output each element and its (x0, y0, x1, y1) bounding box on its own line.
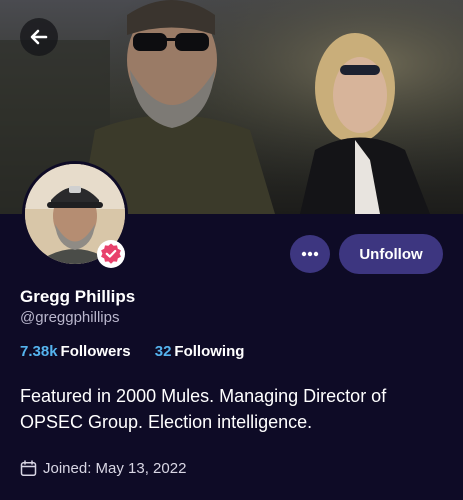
joined-date: Joined: May 13, 2022 (20, 460, 186, 477)
profile-page: Unfollow Gregg Phillips @greggphillips 7… (0, 0, 463, 500)
profile-bio: Featured in 2000 Mules. Managing Directo… (20, 386, 387, 432)
followers-label: Followers (60, 343, 131, 360)
arrow-left-icon (29, 27, 49, 47)
follow-stats: 7.38k Followers 32 Following (20, 343, 258, 360)
display-name: Gregg Phillips (20, 287, 136, 306)
back-button[interactable] (20, 18, 58, 56)
joined-text: Joined: May 13, 2022 (43, 460, 187, 477)
verified-check-badge-icon (97, 240, 125, 268)
calendar-icon (20, 460, 37, 477)
user-handle: @greggphillips (20, 309, 120, 326)
following-link[interactable]: 32 Following (155, 343, 245, 360)
following-label: Following (174, 343, 245, 360)
following-count: 32 (154, 343, 172, 360)
followers-count: 7.38k (20, 343, 58, 360)
unfollow-button[interactable]: Unfollow (339, 234, 443, 274)
more-options-button[interactable] (290, 235, 330, 273)
ellipsis-icon (301, 251, 319, 257)
followers-link[interactable]: 7.38k Followers (20, 343, 131, 360)
